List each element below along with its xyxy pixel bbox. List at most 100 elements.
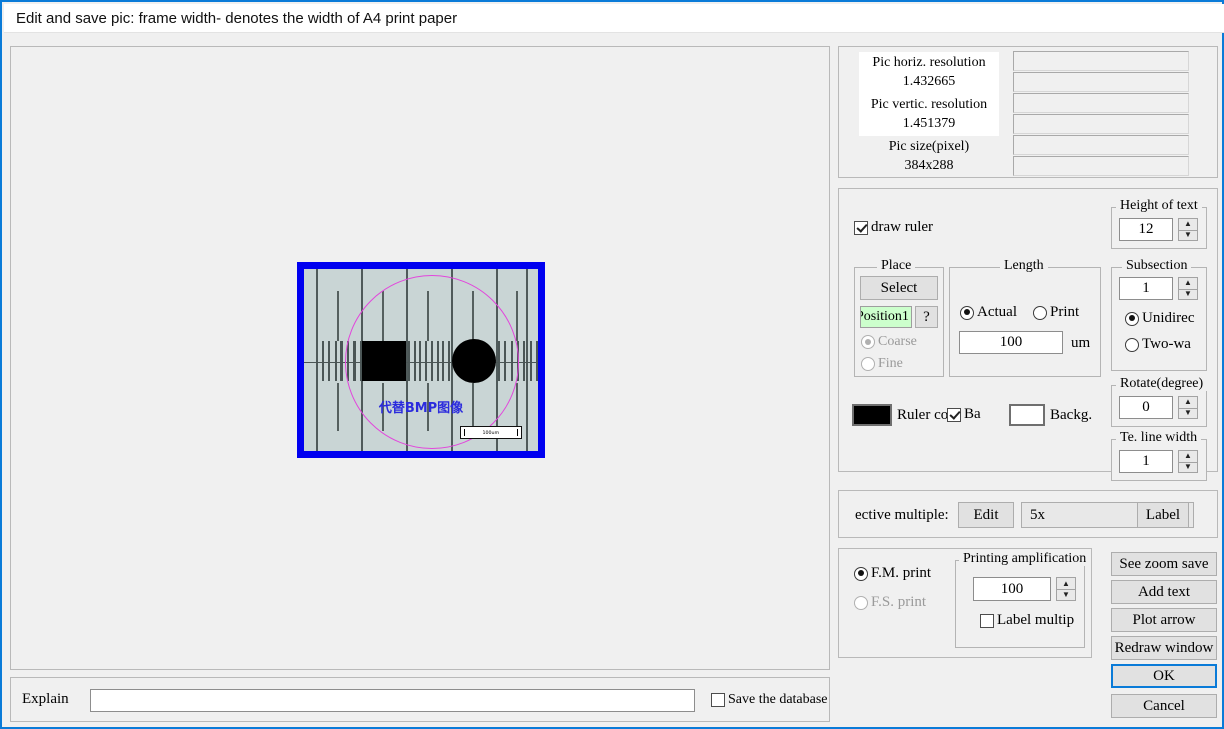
radio-dot[interactable] (861, 357, 875, 371)
radio-dot[interactable] (1033, 305, 1047, 320)
print-mode-panel: F.M. print F.S. print Printing amplifica… (838, 548, 1092, 658)
redraw-window-button[interactable]: Redraw window (1111, 636, 1217, 660)
label-multiple-checkbox[interactable]: Label multip (980, 612, 1084, 629)
pic-size-value: 384x288 (904, 158, 954, 173)
ruler-color-swatch[interactable] (852, 404, 892, 426)
checkbox-box[interactable] (947, 407, 961, 422)
position-help-button[interactable]: ? (915, 306, 938, 328)
background-color-label: Backg. (1050, 407, 1093, 423)
window-title-bar: Edit and save pic: frame width- denotes … (4, 4, 1224, 33)
printing-amplification-title: Printing amplification (959, 552, 1091, 566)
cancel-button[interactable]: Cancel (1111, 694, 1217, 718)
radio-dot[interactable] (1125, 337, 1139, 352)
ok-button[interactable]: OK (1111, 664, 1217, 688)
explain-input[interactable] (90, 689, 695, 712)
fine-radio[interactable]: Fine (861, 356, 903, 372)
info-field-2[interactable] (1013, 72, 1189, 92)
edit-button[interactable]: Edit (958, 502, 1014, 528)
spinner-down-icon[interactable]: ▼ (1178, 288, 1198, 300)
see-zoom-save-button[interactable]: See zoom save (1111, 552, 1217, 576)
actual-label: Actual (977, 304, 1017, 320)
label-button[interactable]: Label (1137, 502, 1189, 528)
rotate-spinner[interactable]: ▲ ▼ (1178, 396, 1198, 419)
vertic-resolution-value: 1.451379 (902, 116, 956, 131)
ruler-settings-panel: draw ruler Height of text ▲ ▼ Place Sele… (838, 188, 1218, 481)
add-text-button[interactable]: Add text (1111, 580, 1217, 604)
printing-amplification-input[interactable] (973, 577, 1051, 601)
fs-print-radio[interactable]: F.S. print (854, 594, 926, 611)
info-field-5[interactable] (1013, 135, 1189, 155)
two-way-radio[interactable]: Two-wa (1125, 336, 1207, 353)
length-group: Length Actual Print um (949, 259, 1101, 377)
fs-print-label: F.S. print (871, 594, 927, 610)
coarse-radio[interactable]: Coarse (861, 334, 917, 350)
objective-multiple-label: ective multiple: (855, 507, 949, 523)
height-of-text-title: Height of text (1116, 199, 1202, 213)
printing-amplification-spinner[interactable]: ▲ ▼ (1056, 577, 1076, 601)
height-of-text-spinner[interactable]: ▲ ▼ (1178, 218, 1198, 241)
horiz-resolution-block: Pic horiz. resolution 1.432665 (859, 52, 999, 94)
info-field-3[interactable] (1013, 93, 1189, 113)
radio-dot[interactable] (960, 305, 974, 320)
length-value-input[interactable] (959, 331, 1063, 354)
plot-arrow-button[interactable]: Plot arrow (1111, 608, 1217, 632)
spinner-up-icon[interactable]: ▲ (1056, 577, 1076, 589)
fm-print-label: F.M. print (871, 565, 932, 581)
circle-target (452, 339, 496, 383)
radio-dot[interactable] (854, 566, 868, 581)
subsection-input[interactable] (1119, 277, 1173, 300)
subsection-spinner[interactable]: ▲ ▼ (1178, 277, 1198, 300)
draw-ruler-label: draw ruler (871, 219, 934, 235)
spinner-down-icon[interactable]: ▼ (1178, 229, 1198, 241)
position-value: Position1 (860, 309, 909, 324)
pic-size-block: Pic size(pixel) 384x288 (859, 136, 999, 178)
background-color-swatch[interactable] (1009, 404, 1045, 426)
text-line-width-title: Te. line width (1116, 431, 1202, 445)
position-field[interactable]: Position1 (860, 306, 912, 328)
actual-radio[interactable]: Actual (960, 304, 1017, 321)
spinner-up-icon[interactable]: ▲ (1178, 396, 1198, 408)
ba-checkbox[interactable]: Ba (947, 406, 981, 423)
objective-multiple-panel: ective multiple: Edit 5x Label (838, 490, 1218, 538)
pic-size-label: Pic size(pixel) (888, 139, 970, 155)
subsection-group: Subsection ▲ ▼ Unidirec Two-wa (1111, 259, 1207, 371)
height-of-text-input[interactable] (1119, 218, 1173, 241)
two-way-label: Two-wa (1142, 336, 1191, 352)
info-field-6[interactable] (1013, 156, 1189, 176)
rotate-input[interactable] (1119, 396, 1173, 419)
select-button[interactable]: Select (860, 276, 938, 300)
unidirectional-radio[interactable]: Unidirec (1125, 310, 1207, 327)
spinner-down-icon[interactable]: ▼ (1178, 461, 1198, 473)
spinner-down-icon[interactable]: ▼ (1178, 407, 1198, 419)
spinner-down-icon[interactable]: ▼ (1056, 589, 1076, 601)
print-label: Print (1050, 304, 1080, 320)
height-of-text-group: Height of text ▲ ▼ (1111, 199, 1207, 249)
checkbox-box[interactable] (980, 613, 994, 628)
grid-line (316, 269, 318, 451)
spinner-up-icon[interactable]: ▲ (1178, 277, 1198, 289)
spinner-up-icon[interactable]: ▲ (1178, 450, 1198, 462)
horiz-resolution-value: 1.432665 (902, 74, 956, 89)
print-radio[interactable]: Print (1033, 304, 1079, 321)
draw-ruler-checkbox[interactable]: draw ruler (854, 219, 933, 236)
radio-dot[interactable] (854, 595, 868, 610)
square-target (362, 341, 406, 381)
specimen-preview-image[interactable]: 代替BMP图像 100um (297, 262, 545, 458)
unidirectional-label: Unidirec (1142, 310, 1195, 326)
fm-print-radio[interactable]: F.M. print (854, 565, 931, 582)
save-database-checkbox[interactable]: Save the database (711, 692, 828, 708)
radio-dot[interactable] (861, 335, 875, 349)
info-field-4[interactable] (1013, 114, 1189, 134)
radio-dot[interactable] (1125, 311, 1139, 326)
image-info-panel: Pic horiz. resolution 1.432665 Pic verti… (838, 46, 1218, 178)
ba-label: Ba (964, 406, 981, 422)
explain-label: Explain (22, 691, 69, 707)
text-line-width-input[interactable] (1119, 450, 1173, 473)
text-line-width-spinner[interactable]: ▲ ▼ (1178, 450, 1198, 473)
checkbox-box[interactable] (854, 220, 868, 235)
checkbox-box[interactable] (711, 693, 725, 707)
place-group: Place Select Position1 ? Coarse Fine (854, 259, 944, 377)
image-preview-panel[interactable]: 代替BMP图像 100um (10, 46, 830, 670)
info-field-1[interactable] (1013, 51, 1189, 71)
spinner-up-icon[interactable]: ▲ (1178, 218, 1198, 230)
